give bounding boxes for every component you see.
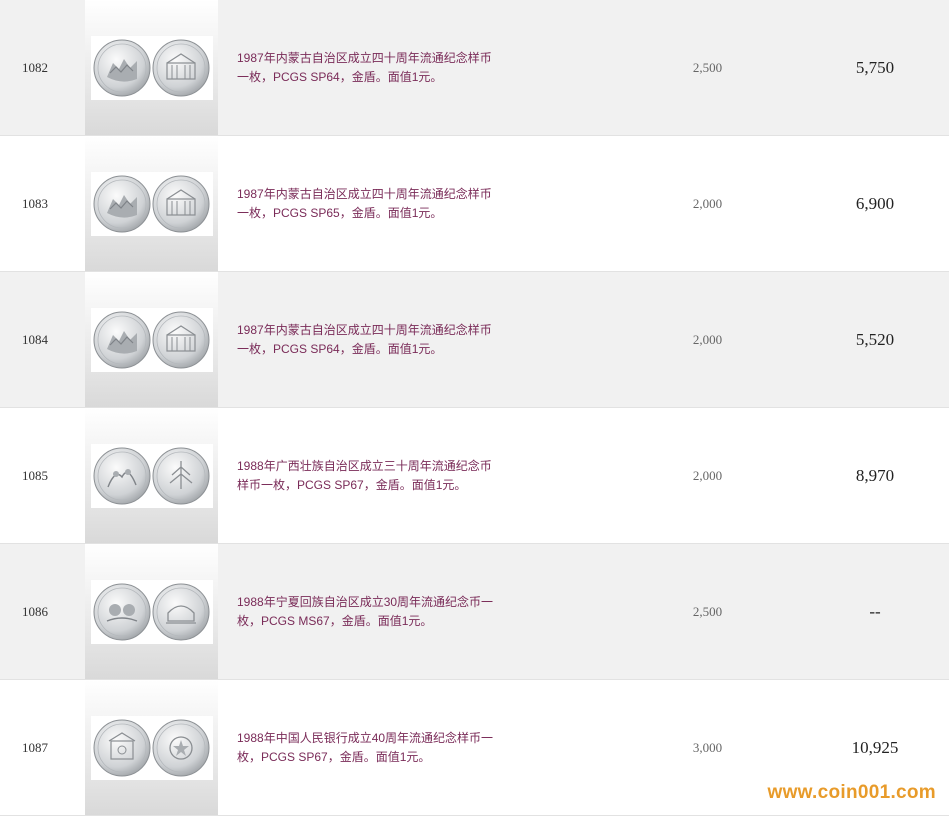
coin-thumbnail[interactable] — [85, 136, 218, 271]
coin-obverse-image — [93, 583, 151, 640]
coin-reverse-image — [152, 447, 210, 504]
hammer-price: 5,520 — [855, 329, 895, 349]
lot-description[interactable]: 1988年广西壮族自治区成立三十周年流通纪念币 样币一枚，PCGS SP67，金盾… — [237, 408, 497, 543]
lot-description[interactable]: 1988年宁夏回族自治区成立30周年流通纪念币一 枚，PCGS MS67，金盾。面… — [237, 544, 497, 679]
description-line: 1988年广西壮族自治区成立三十周年流通纪念币 — [237, 458, 492, 473]
lot-number: 1082 — [22, 59, 48, 75]
coin-reverse-image — [152, 39, 210, 96]
table-row: 1083 1987年内蒙古自治区成立四十周年流通纪念样币 一枚，PCGS SP6… — [0, 136, 949, 272]
lot-description[interactable]: 1987年内蒙古自治区成立四十周年流通纪念样币 一枚，PCGS SP64，金盾。面… — [237, 272, 497, 407]
coin-obverse-image — [93, 175, 151, 232]
coin-reverse-image — [152, 719, 210, 776]
lot-number: 1087 — [22, 739, 48, 755]
hammer-price: 6,900 — [855, 193, 895, 213]
lot-description[interactable]: 1987年内蒙古自治区成立四十周年流通纪念样币 一枚，PCGS SP64，金盾。面… — [237, 0, 497, 135]
description-line: 样币一枚，PCGS SP67，金盾。面值1元。 — [237, 477, 467, 492]
lot-number: 1085 — [22, 467, 48, 483]
coin-thumbnail[interactable] — [85, 544, 218, 679]
coin-thumbnail[interactable] — [85, 680, 218, 815]
description-line: 1988年中国人民银行成立40周年流通纪念样币一 — [237, 730, 494, 745]
coin-thumbnail[interactable] — [85, 408, 218, 543]
description-line: 一枚，PCGS SP64，金盾。面值1元。 — [237, 341, 443, 356]
coin-obverse-image — [93, 719, 151, 776]
description-line: 一枚，PCGS SP64，金盾。面值1元。 — [237, 69, 443, 84]
estimate-value: 2,500 — [692, 59, 723, 75]
hammer-price: 8,970 — [855, 465, 895, 485]
coin-obverse-image — [93, 447, 151, 504]
coin-thumbnail[interactable] — [85, 272, 218, 407]
estimate-value: 2,000 — [692, 467, 723, 483]
coin-reverse-image — [152, 311, 210, 368]
description-line: 枚，PCGS MS67，金盾。面值1元。 — [237, 613, 433, 628]
coin-reverse-image — [152, 583, 210, 640]
description-line: 一枚，PCGS SP65，金盾。面值1元。 — [237, 205, 443, 220]
estimate-value: 2,000 — [692, 195, 723, 211]
estimate-value: 2,000 — [692, 331, 723, 347]
table-row: 1086 1988年宁夏回族自治区成立30周年流通纪念币一 枚，PCGS MS6… — [0, 544, 949, 680]
lot-number: 1083 — [22, 195, 48, 211]
auction-results-table: 1082 1987年内蒙古自治区成立四十周年流通纪念样币 一枚，PCGS SP6… — [0, 0, 949, 816]
lot-number: 1086 — [22, 603, 48, 619]
coin-obverse-image — [93, 39, 151, 96]
coin-thumbnail[interactable] — [85, 0, 218, 135]
lot-number: 1084 — [22, 331, 48, 347]
description-line: 1987年内蒙古自治区成立四十周年流通纪念样币 — [237, 322, 492, 337]
table-row: 1084 1987年内蒙古自治区成立四十周年流通纪念样币 一枚，PCGS SP6… — [0, 272, 949, 408]
hammer-price: 5,750 — [855, 57, 895, 77]
lot-description[interactable]: 1988年中国人民银行成立40周年流通纪念样币一 枚，PCGS SP67，金盾。面… — [237, 680, 497, 815]
description-line: 1988年宁夏回族自治区成立30周年流通纪念币一 — [237, 594, 494, 609]
hammer-price: -- — [869, 601, 881, 621]
site-watermark: www.coin001.com — [767, 782, 936, 803]
description-line: 枚，PCGS SP67，金盾。面值1元。 — [237, 749, 431, 764]
description-line: 1987年内蒙古自治区成立四十周年流通纪念样币 — [237, 186, 492, 201]
table-row: 1085 1988年广西壮族自治区成立三十周年流通纪念币 样币一枚，PCGS S… — [0, 408, 949, 544]
table-row: 1082 1987年内蒙古自治区成立四十周年流通纪念样币 一枚，PCGS SP6… — [0, 0, 949, 136]
description-line: 1987年内蒙古自治区成立四十周年流通纪念样币 — [237, 50, 492, 65]
coin-reverse-image — [152, 175, 210, 232]
lot-description[interactable]: 1987年内蒙古自治区成立四十周年流通纪念样币 一枚，PCGS SP65，金盾。面… — [237, 136, 497, 271]
estimate-value: 3,000 — [692, 739, 723, 755]
estimate-value: 2,500 — [692, 603, 723, 619]
coin-obverse-image — [93, 311, 151, 368]
